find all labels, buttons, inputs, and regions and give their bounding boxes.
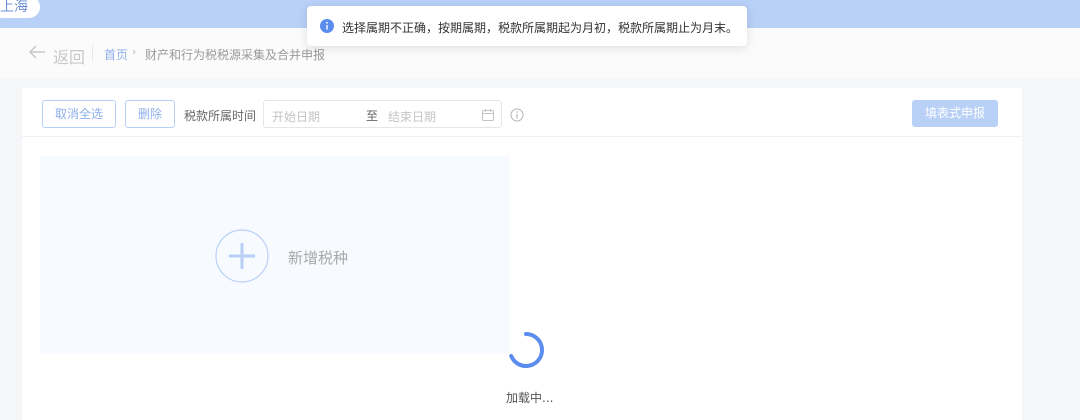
- delete-button[interactable]: 删除: [125, 100, 175, 128]
- calendar-icon: [482, 109, 494, 121]
- loading-spinner-icon: [509, 332, 544, 368]
- nav-divider: [92, 45, 93, 61]
- cancel-select-all-button[interactable]: 取消全选: [42, 100, 116, 128]
- end-date-input[interactable]: 结束日期: [388, 108, 436, 125]
- toast-text: 选择属期不正确，按期属期，税款所属期起为月初，税款所属期止为月末。: [342, 21, 739, 35]
- breadcrumb-home[interactable]: 首页: [104, 46, 128, 63]
- breadcrumb-current: 财产和行为税税源采集及合并申报: [145, 48, 326, 62]
- main-card: 取消全选 删除 税款所属时间 开始日期 至 结束日期 填表式申报 新增税种: [22, 88, 1022, 420]
- start-date-input[interactable]: 开始日期: [272, 108, 320, 125]
- info-icon: [320, 19, 334, 33]
- back-arrow-icon[interactable]: [28, 42, 46, 62]
- period-info-icon[interactable]: [510, 108, 524, 122]
- add-tax-type-label: 新增税种: [288, 249, 349, 267]
- region-selector[interactable]: 上海: [0, 0, 40, 18]
- date-range-picker[interactable]: 开始日期 至 结束日期: [263, 100, 502, 128]
- toolbar-divider: [22, 136, 1022, 137]
- tax-period-label: 税款所属时间: [184, 109, 257, 123]
- back-link[interactable]: 返回: [53, 44, 85, 68]
- add-tax-type-tile[interactable]: 新增税种: [40, 156, 510, 354]
- toast-message: 选择属期不正确，按期属期，税款所属期起为月初，税款所属期止为月末。: [307, 6, 747, 46]
- plus-circle-icon: [215, 229, 269, 283]
- breadcrumb-separator: ›: [132, 45, 137, 58]
- range-separator: 至: [366, 109, 379, 123]
- form-declaration-button[interactable]: 填表式申报: [912, 100, 998, 127]
- loading-text: 加载中...: [506, 391, 554, 405]
